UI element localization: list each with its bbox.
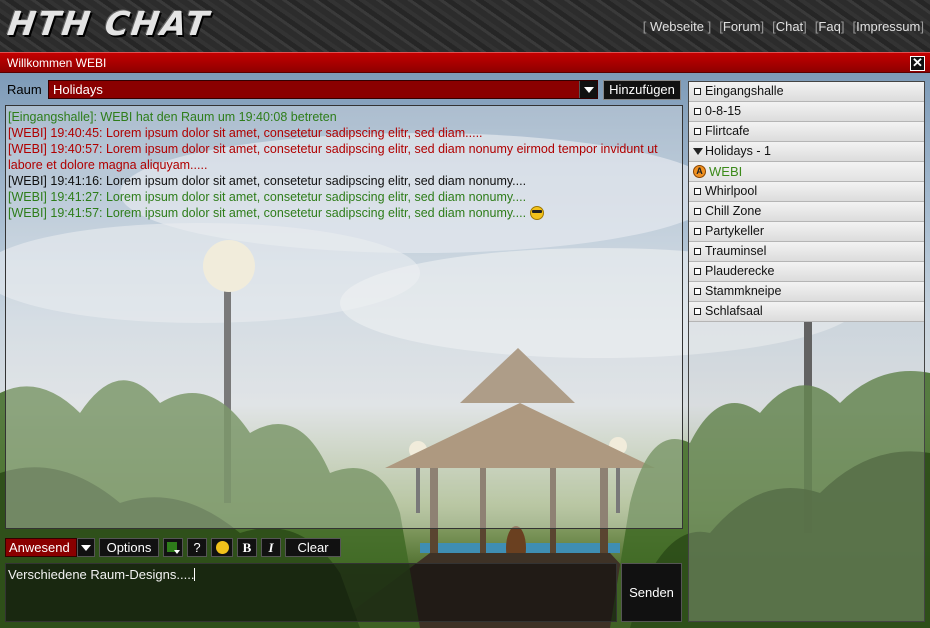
chat-toolbar: Anwesend Options ? B I Clear [5, 537, 341, 557]
room-list-item[interactable]: Eingangshalle [689, 82, 924, 102]
window-title: Willkommen WEBI [7, 56, 107, 70]
room-square-icon [694, 128, 701, 135]
nav-item-faq[interactable]: [Faq] [815, 19, 845, 34]
room-list-item-label: 0-8-15 [705, 104, 742, 118]
room-user-list[interactable]: Eingangshalle 0-8-15 Flirtcafe Holidays - 1… [688, 81, 925, 622]
room-select-value: Holidays [53, 82, 103, 97]
room-label: Raum [7, 82, 42, 97]
logo: HTH CHAT [5, 4, 213, 43]
nav-item-forum[interactable]: [Forum] [719, 19, 764, 34]
status-select[interactable]: Anwesend [5, 537, 77, 557]
room-square-icon [694, 288, 701, 295]
room-list-item[interactable]: Plauderecke [689, 262, 924, 282]
chat-message: [WEBI] 19:40:45: Lorem ipsum dolor sit a… [8, 125, 680, 141]
send-button[interactable]: Senden [621, 563, 682, 622]
room-list-item[interactable]: Partykeller [689, 222, 924, 242]
room-list-item[interactable]: Stammkneipe [689, 282, 924, 302]
status-dropdown[interactable]: Anwesend [5, 537, 95, 557]
text-caret [194, 568, 196, 581]
chat-message-text: [WEBI] 19:40:45: Lorem ipsum dolor sit a… [8, 126, 483, 140]
room-list-item-label: Holidays - 1 [705, 144, 771, 158]
header: HTH CHAT [ Webseite ] [Forum] [Chat] [Fa… [0, 0, 930, 52]
user-name: WEBI [709, 164, 743, 179]
room-list-item[interactable]: 0-8-15 [689, 102, 924, 122]
room-list-item[interactable]: Flirtcafe [689, 122, 924, 142]
room-square-icon [694, 228, 701, 235]
smiley-picker-button[interactable] [211, 537, 233, 557]
chat-message-text: [WEBI] 19:40:57: Lorem ipsum dolor sit a… [8, 142, 658, 172]
nav-item-chat[interactable]: [Chat] [772, 19, 807, 34]
chat-message: [WEBI] 19:40:57: Lorem ipsum dolor sit a… [8, 141, 680, 173]
chat-messages-panel[interactable]: [Eingangshalle]: WEBI hat den Raum um 19… [5, 105, 683, 529]
italic-button[interactable]: I [261, 537, 281, 557]
user-list-item[interactable]: A WEBI [689, 162, 924, 182]
close-button[interactable]: ✕ [910, 56, 925, 71]
room-list-item-label: Trauminsel [705, 244, 767, 258]
top-navigation: [ Webseite ] [Forum] [Chat] [Faq] [Impre… [643, 19, 924, 34]
room-list-item-label: Stammkneipe [705, 284, 782, 298]
smiley-icon [215, 540, 229, 554]
room-list-item[interactable]: Schlafsaal [689, 302, 924, 322]
chat-message: [Eingangshalle]: WEBI hat den Raum um 19… [8, 109, 680, 125]
chat-message: [WEBI] 19:41:27: Lorem ipsum dolor sit a… [8, 189, 680, 205]
sunglasses-smiley-icon [530, 206, 545, 220]
nav-item-impressum[interactable]: [Impressum] [852, 19, 924, 34]
bold-button[interactable]: B [237, 537, 257, 557]
clear-button[interactable]: Clear [285, 537, 341, 557]
room-list-item-label: Schlafsaal [705, 304, 763, 318]
add-room-button[interactable]: Hinzufügen [603, 80, 681, 100]
expanded-triangle-icon [693, 148, 703, 155]
room-list-item-label: Whirlpool [705, 184, 758, 198]
chevron-down-icon[interactable] [77, 537, 95, 557]
user-status-badge-icon: A [693, 165, 706, 178]
room-square-icon [694, 188, 701, 195]
message-input-value: Verschiedene Raum-Designs..... [8, 567, 195, 582]
room-select[interactable]: Holidays [48, 80, 598, 99]
chat-message: [WEBI] 19:41:16: Lorem ipsum dolor sit a… [8, 173, 680, 189]
room-square-icon [694, 88, 701, 95]
chat-message-text: [WEBI] 19:41:16: Lorem ipsum dolor sit a… [8, 174, 527, 188]
close-icon: ✕ [912, 55, 923, 70]
window-titlebar: Willkommen WEBI ✕ [0, 52, 930, 73]
room-square-icon [694, 248, 701, 255]
room-list-item[interactable]: Holidays - 1 [689, 142, 924, 162]
nav-item-webseite[interactable]: [ Webseite ] [643, 19, 711, 34]
room-square-icon [694, 308, 701, 315]
room-list-item[interactable]: Whirlpool [689, 182, 924, 202]
message-input[interactable]: Verschiedene Raum-Designs..... [5, 563, 617, 622]
room-list-item-label: Partykeller [705, 224, 765, 238]
chat-message-text: [Eingangshalle]: WEBI hat den Raum um 19… [8, 110, 337, 124]
options-button[interactable]: Options [99, 537, 159, 557]
room-list-item-label: Chill Zone [705, 204, 762, 218]
room-list-item-label: Eingangshalle [705, 84, 784, 98]
room-square-icon [694, 208, 701, 215]
text-color-picker-icon[interactable] [163, 537, 183, 557]
room-square-icon [694, 108, 701, 115]
chevron-down-icon[interactable] [579, 81, 597, 98]
room-list-item-label: Plauderecke [705, 264, 775, 278]
room-square-icon [694, 268, 701, 275]
chat-message: [WEBI] 19:41:57: Lorem ipsum dolor sit a… [8, 205, 680, 221]
help-button[interactable]: ? [187, 537, 207, 557]
room-list-item[interactable]: Trauminsel [689, 242, 924, 262]
chat-message-text: [WEBI] 19:41:27: Lorem ipsum dolor sit a… [8, 190, 527, 204]
chat-message-text: [WEBI] 19:41:57: Lorem ipsum dolor sit a… [8, 206, 527, 220]
room-list-item[interactable]: Chill Zone [689, 202, 924, 222]
room-list-item-label: Flirtcafe [705, 124, 750, 138]
